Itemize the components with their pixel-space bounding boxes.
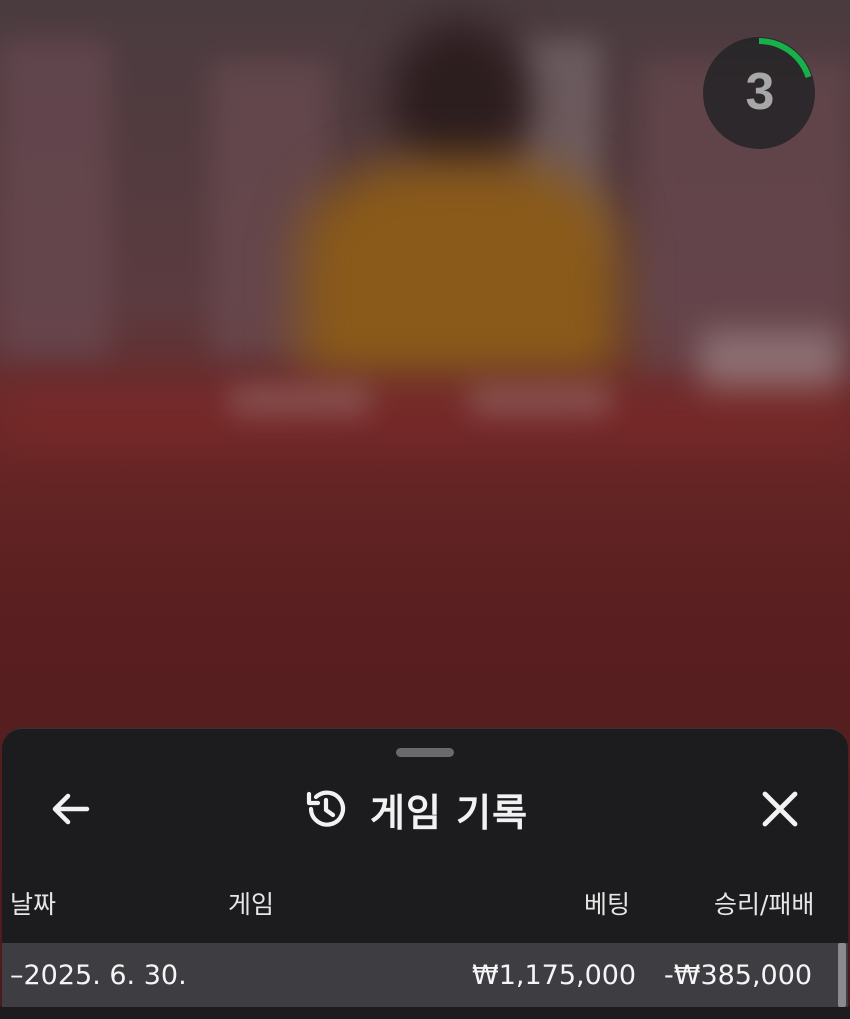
table-header: 날짜 게임 베팅 승리/패배 (2, 885, 848, 929)
history-clock-icon (306, 790, 346, 827)
panel-header: 게임 기록 (302, 779, 528, 839)
game-table (0, 380, 850, 450)
row-bet-amount: ₩1,175,000 (472, 960, 637, 991)
column-header-bet: 베팅 (584, 890, 631, 919)
column-header-game: 게임 (228, 890, 275, 919)
drag-handle[interactable] (396, 748, 454, 757)
dealer-silhouette (390, 20, 530, 180)
table-row[interactable]: –2025. 6. 30. ₩1,175,000 -₩385,000 (2, 943, 848, 1007)
background-blur (0, 40, 110, 360)
close-button[interactable] (750, 781, 810, 837)
arrow-left-icon (52, 793, 90, 825)
column-header-result: 승리/패배 (714, 890, 815, 919)
close-icon (762, 791, 798, 827)
row-win-loss: -₩385,000 (664, 960, 813, 991)
panel-title: 게임 기록 (370, 790, 529, 835)
column-header-date: 날짜 (10, 890, 57, 919)
countdown-number: 3 (745, 63, 775, 121)
table-light (230, 385, 370, 415)
back-button[interactable] (42, 781, 98, 837)
game-history-panel: 게임 기록 날짜 게임 베팅 승리/패배 –2025. 6. 30. ₩1,17… (2, 728, 848, 1019)
dealer-silhouette (300, 160, 620, 380)
countdown-timer: 3 (700, 34, 818, 152)
scrollbar[interactable] (838, 943, 846, 1007)
row-date: –2025. 6. 30. (10, 960, 187, 991)
table-light (700, 330, 840, 390)
table-light (470, 385, 610, 415)
